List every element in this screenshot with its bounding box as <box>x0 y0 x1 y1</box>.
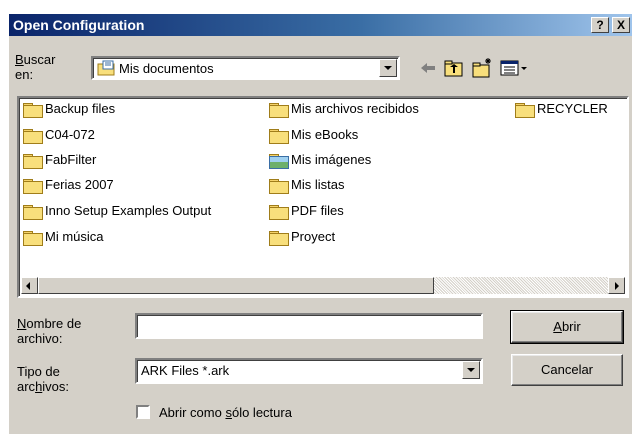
title-bar[interactable]: Open Configuration ? X <box>9 14 632 36</box>
list-item-pdf-files[interactable]: PDF files <box>269 202 344 220</box>
readonly-checkbox[interactable] <box>136 405 150 419</box>
file-name: Proyect <box>291 229 336 244</box>
file-name: FabFilter <box>45 152 97 167</box>
list-item-mi-musica[interactable]: Mi música <box>23 228 104 246</box>
list-item-fabfilter[interactable]: FabFilter <box>23 151 96 169</box>
folder-icon <box>23 129 43 144</box>
horizontal-scrollbar[interactable] <box>21 277 625 294</box>
scroll-right-button[interactable] <box>608 277 625 294</box>
folder-icon <box>23 154 43 169</box>
file-name: Mi música <box>45 229 104 244</box>
folder-icon <box>23 103 43 118</box>
file-name: Mis eBooks <box>291 127 359 142</box>
up-folder-icon[interactable] <box>443 57 465 79</box>
scroll-thumb[interactable] <box>38 277 434 294</box>
back-arrow-icon[interactable] <box>417 57 439 79</box>
open-button[interactable]: Abrir <box>510 310 624 344</box>
list-item-recycler[interactable]: RECYCLER <box>515 100 608 118</box>
list-item-proyect[interactable]: Proyect <box>269 228 335 246</box>
list-item-mis-ebooks[interactable]: Mis eBooks <box>269 126 358 144</box>
file-list[interactable]: Backup files C04-072 FabFilter Ferias 20… <box>17 96 629 298</box>
list-item-c04-072[interactable]: C04-072 <box>23 126 95 144</box>
list-item-mis-listas[interactable]: Mis listas <box>269 176 344 194</box>
look-in-value: Mis documentos <box>119 61 214 76</box>
filename-label: Nombre de archivo: <box>17 316 82 346</box>
list-item-mis-archivos-recibidos[interactable]: Mis archivos recibidos <box>269 100 419 118</box>
list-item-ferias-2007[interactable]: Ferias 2007 <box>23 176 114 194</box>
filetype-combo[interactable]: ARK Files *.ark <box>135 358 483 384</box>
folder-icon <box>23 231 43 246</box>
list-item-backup-files[interactable]: Backup files <box>23 100 115 118</box>
list-item-inno-setup[interactable]: Inno Setup Examples Output <box>23 202 211 220</box>
folder-icon <box>269 205 289 220</box>
readonly-label[interactable]: Abrir como sólo lectura <box>159 405 292 420</box>
file-name: RECYCLER <box>537 101 608 116</box>
new-folder-icon[interactable] <box>471 57 493 79</box>
view-menu-icon[interactable] <box>499 57 529 79</box>
list-item-mis-imagenes[interactable]: Mis imágenes <box>269 151 371 169</box>
folder-icon <box>269 129 289 144</box>
file-name: C04-072 <box>45 127 95 142</box>
folder-icon <box>269 179 289 194</box>
look-in-combo[interactable]: Mis documentos <box>91 56 400 80</box>
file-name: Ferias 2007 <box>45 177 114 192</box>
folder-icon <box>515 103 535 118</box>
folder-icon <box>269 231 289 246</box>
filetype-dropdown-button[interactable] <box>462 361 480 379</box>
cancel-button[interactable]: Cancelar <box>511 354 623 386</box>
file-name: Backup files <box>45 101 116 116</box>
folder-icon <box>23 179 43 194</box>
file-name: Mis listas <box>291 177 345 192</box>
look-in-label: Buscar en: <box>15 52 56 82</box>
file-name: Mis archivos recibidos <box>291 101 419 116</box>
filetype-label: Tipo de archivos: <box>17 364 70 394</box>
filetype-value: ARK Files *.ark <box>141 363 230 378</box>
my-documents-icon <box>97 60 115 76</box>
file-name: PDF files <box>291 203 344 218</box>
folder-icon <box>269 103 289 118</box>
scroll-track[interactable] <box>434 277 608 294</box>
scroll-left-button[interactable] <box>21 277 38 294</box>
close-button[interactable]: X <box>612 17 630 33</box>
look-in-dropdown-button[interactable] <box>379 59 397 77</box>
folder-icon <box>23 205 43 220</box>
open-configuration-dialog: Open Configuration ? X Buscar en: Mis do… <box>9 14 632 434</box>
help-button[interactable]: ? <box>591 17 609 33</box>
file-name: Inno Setup Examples Output <box>45 203 212 218</box>
filename-input[interactable] <box>135 313 483 339</box>
file-name: Mis imágenes <box>291 152 372 167</box>
pictures-folder-icon <box>269 154 289 169</box>
dialog-title: Open Configuration <box>13 17 145 33</box>
